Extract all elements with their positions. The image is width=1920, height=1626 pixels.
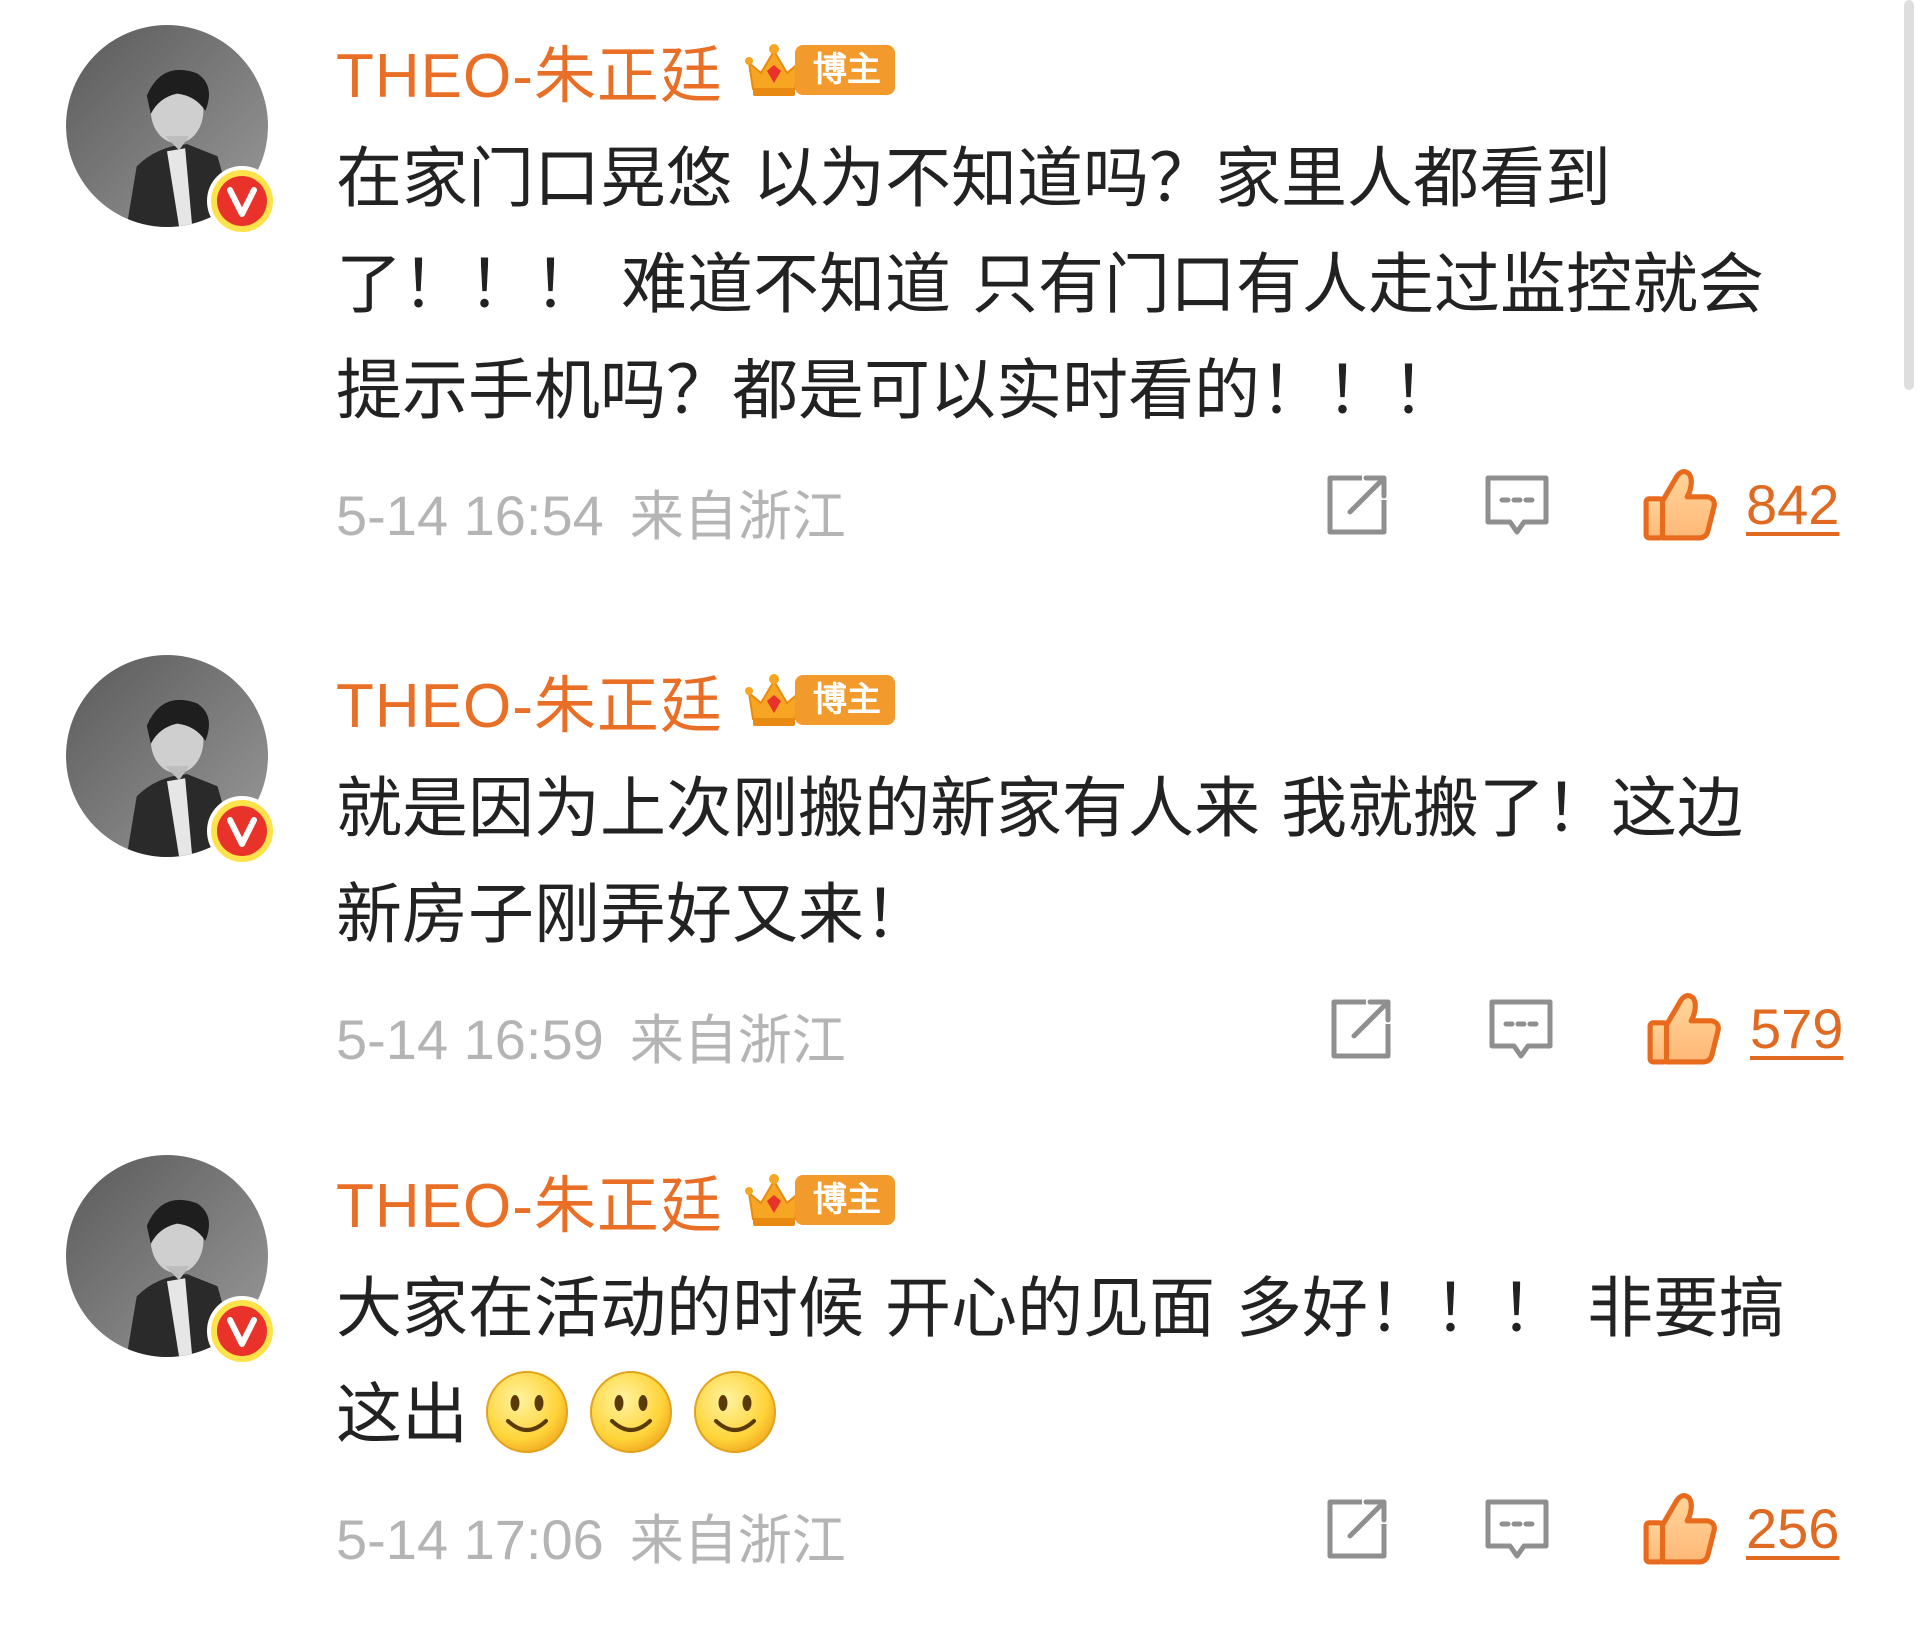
smile-emoji xyxy=(588,1369,674,1455)
comment-meta: 5-14 16:59 来自浙江 xyxy=(336,996,846,1075)
share-icon xyxy=(1326,994,1396,1064)
name-row: THEO-朱正廷 博主 xyxy=(336,1160,895,1241)
reply-button[interactable] xyxy=(1482,1494,1552,1564)
blogger-badge: 博主 xyxy=(741,1168,895,1232)
comment-line: 新房子刚弄好又来！ xyxy=(336,876,930,953)
share-button[interactable] xyxy=(1322,1494,1392,1564)
blogger-badge-label: 博主 xyxy=(794,1175,895,1225)
thumbs-up-icon xyxy=(1642,1490,1718,1566)
like-button[interactable] xyxy=(1642,1490,1718,1566)
timestamp: 5-14 16:54 xyxy=(336,484,604,547)
location: 来自浙江 xyxy=(629,485,846,548)
smile-emoji xyxy=(692,1369,778,1455)
username[interactable]: THEO-朱正廷 xyxy=(336,1155,723,1245)
like-button[interactable] xyxy=(1646,990,1722,1066)
like-button[interactable] xyxy=(1642,466,1718,542)
blogger-badge: 博主 xyxy=(741,668,895,732)
blogger-badge-label: 博主 xyxy=(794,675,895,725)
location: 来自浙江 xyxy=(629,1009,846,1072)
name-row: THEO-朱正廷 博主 xyxy=(336,660,895,741)
username[interactable]: THEO-朱正廷 xyxy=(336,25,723,115)
share-icon xyxy=(1322,1494,1392,1564)
share-button[interactable] xyxy=(1326,994,1396,1064)
timestamp: 5-14 16:59 xyxy=(336,1008,604,1071)
like-count[interactable]: 256 xyxy=(1746,1496,1839,1561)
verified-v-icon xyxy=(206,795,278,867)
timestamp: 5-14 17:06 xyxy=(336,1508,604,1571)
comment-text: 就是因为上次刚搬的新家有人来 我就搬了！这边 新房子刚弄好又来！ xyxy=(336,756,1856,968)
comment-text: 大家在活动的时候 开心的见面 多好！！！ 非要搞 这出 xyxy=(336,1256,1856,1468)
thumbs-up-icon xyxy=(1646,990,1722,1066)
reply-button[interactable] xyxy=(1486,994,1556,1064)
username[interactable]: THEO-朱正廷 xyxy=(336,655,723,745)
comment-line-text: 这出 xyxy=(336,1376,468,1453)
comment-icon xyxy=(1486,994,1556,1064)
verified-v-icon xyxy=(206,165,278,237)
blogger-badge-label: 博主 xyxy=(794,45,895,95)
comment-line: 这出 xyxy=(336,1362,1856,1468)
scrollbar[interactable] xyxy=(1904,0,1914,390)
location: 来自浙江 xyxy=(629,1509,846,1572)
thumbs-up-icon xyxy=(1642,466,1718,542)
smile-emoji xyxy=(484,1369,570,1455)
share-icon xyxy=(1322,470,1392,540)
comment-meta: 5-14 16:54 来自浙江 xyxy=(336,472,846,551)
avatar[interactable] xyxy=(66,655,268,857)
comment-line: 就是因为上次刚搬的新家有人来 我就搬了！这边 xyxy=(336,770,1743,847)
verified-v-icon xyxy=(206,1295,278,1367)
comment-text: 在家门口晃悠 以为不知道吗？家里人都看到 了！！！ 难道不知道 只有门口有人走过… xyxy=(336,126,1856,444)
comment-meta: 5-14 17:06 来自浙江 xyxy=(336,1496,846,1575)
like-count[interactable]: 579 xyxy=(1750,996,1843,1061)
share-button[interactable] xyxy=(1322,470,1392,540)
comment-icon xyxy=(1482,1494,1552,1564)
comment-line: 提示手机吗？都是可以实时看的！！！ xyxy=(336,352,1458,429)
name-row: THEO-朱正廷 博主 xyxy=(336,30,895,111)
blogger-badge: 博主 xyxy=(741,38,895,102)
comment-icon xyxy=(1482,470,1552,540)
like-count[interactable]: 842 xyxy=(1746,472,1839,537)
comment-line: 在家门口晃悠 以为不知道吗？家里人都看到 xyxy=(336,140,1611,217)
comment-line: 了！！！ 难道不知道 只有门口有人走过监控就会 xyxy=(336,246,1764,323)
avatar[interactable] xyxy=(66,25,268,227)
reply-button[interactable] xyxy=(1482,470,1552,540)
avatar[interactable] xyxy=(66,1155,268,1357)
comment-line: 大家在活动的时候 开心的见面 多好！！！ 非要搞 xyxy=(336,1270,1785,1347)
